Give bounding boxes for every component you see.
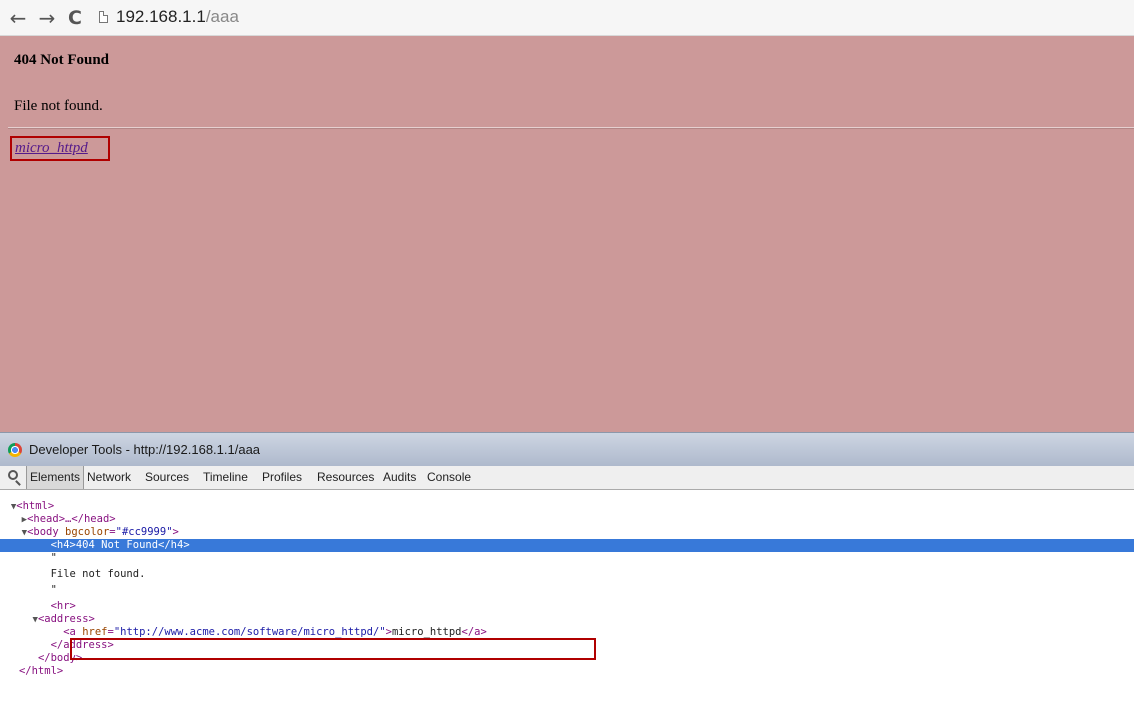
tab-elements[interactable]: Elements — [26, 466, 85, 489]
page-icon — [99, 11, 108, 23]
tree-node[interactable]: ▶<head>…</head> — [0, 513, 1134, 526]
devtools-title: Developer Tools - http://192.168.1.1/aaa — [29, 442, 261, 457]
highlight-box — [70, 638, 596, 660]
tree-node[interactable]: ▼<body bgcolor="#cc9999"> — [0, 526, 1134, 539]
expanded-triangle-icon[interactable]: ▼ — [0, 615, 38, 625]
tree-node[interactable]: File not found. — [0, 568, 1134, 581]
tree-node[interactable]: </html> — [0, 665, 1134, 678]
tab-audits[interactable]: Audits — [380, 466, 419, 489]
devtools-tabbar: Elements Network Sources Timeline Profil… — [0, 466, 1134, 490]
horizontal-rule — [8, 127, 1134, 129]
tree-node[interactable]: " — [0, 584, 1134, 597]
tree-node-selected[interactable]: <h4>404 Not Found</h4> — [0, 539, 1134, 552]
page-heading: 404 Not Found — [14, 52, 110, 68]
tab-timeline[interactable]: Timeline — [200, 466, 251, 489]
back-arrow-icon[interactable]: ← — [7, 6, 29, 30]
url-host: 192.168.1.1 — [116, 7, 206, 26]
devtools-panel: Developer Tools - http://192.168.1.1/aaa… — [0, 432, 1134, 727]
tab-resources[interactable]: Resources — [314, 466, 377, 489]
tab-profiles[interactable]: Profiles — [259, 466, 305, 489]
tab-console[interactable]: Console — [424, 466, 474, 489]
tree-node[interactable]: <hr> — [0, 600, 1134, 613]
collapsed-triangle-icon[interactable]: ▶ — [0, 515, 27, 525]
tab-sources[interactable]: Sources — [142, 466, 192, 489]
browser-toolbar: ← → C 192.168.1.1/aaa — [0, 0, 1134, 36]
chrome-logo-icon — [8, 443, 22, 457]
tree-node[interactable]: ▼<address> — [0, 613, 1134, 626]
tab-network[interactable]: Network — [84, 466, 134, 489]
tree-node[interactable]: " — [0, 552, 1134, 565]
address-bar[interactable]: 192.168.1.1/aaa — [116, 7, 239, 27]
url-path: /aaa — [205, 7, 239, 26]
server-link[interactable]: micro_httpd — [15, 140, 88, 157]
tree-node[interactable]: ▼<html> — [0, 500, 1134, 513]
expanded-triangle-icon[interactable]: ▼ — [0, 528, 27, 538]
forward-arrow-icon[interactable]: → — [36, 6, 58, 30]
elements-tree: ▼<html> ▶<head>…</head> ▼<body bgcolor="… — [0, 491, 1134, 727]
expanded-triangle-icon[interactable]: ▼ — [0, 502, 16, 512]
page-message: File not found. — [14, 98, 103, 114]
reload-icon[interactable]: C — [64, 6, 86, 30]
devtools-titlebar: Developer Tools - http://192.168.1.1/aaa — [0, 432, 1134, 466]
search-icon[interactable] — [8, 470, 18, 480]
page-content: 404 Not Found File not found. micro_http… — [0, 36, 1134, 432]
